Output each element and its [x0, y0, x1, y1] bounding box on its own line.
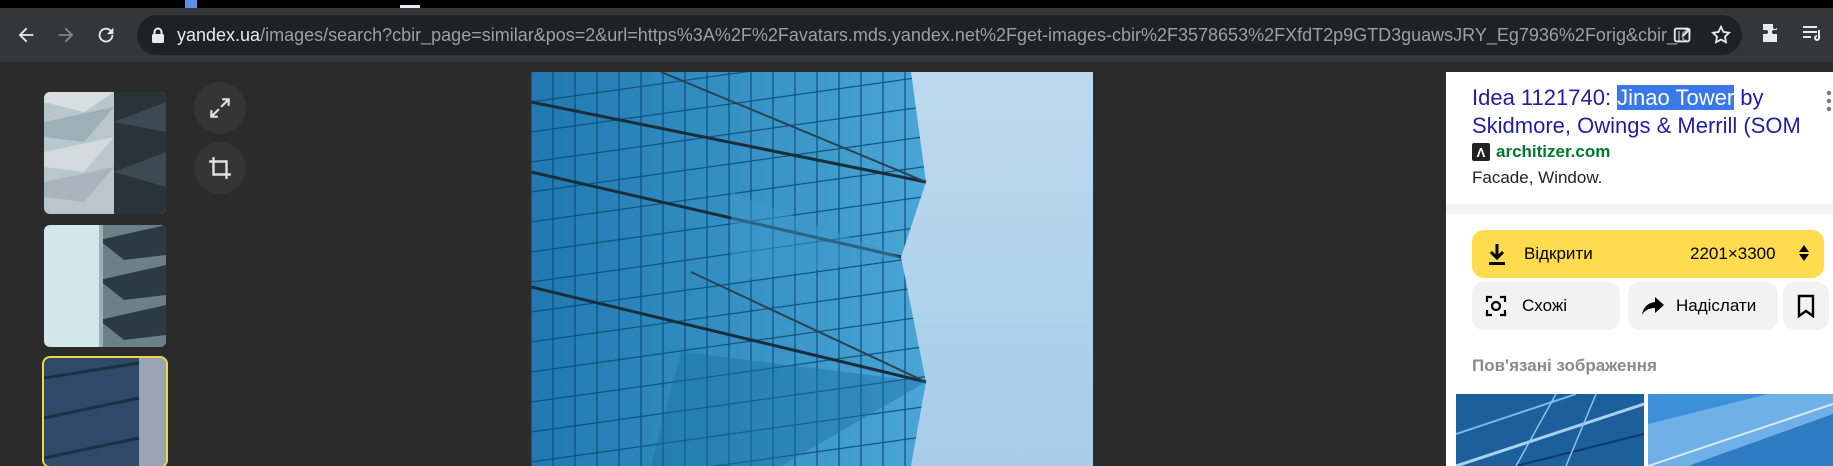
open-button[interactable]: Відкрити 2201×3300 [1472, 230, 1824, 278]
more-options-icon[interactable] [1825, 90, 1833, 112]
similar-button[interactable]: Схожі [1472, 282, 1620, 330]
thumbnail-3-selected[interactable] [42, 356, 168, 466]
title-highlight: Jinao Tower [1617, 85, 1735, 110]
similar-label: Схожі [1522, 296, 1567, 315]
bookmark-icon [1797, 294, 1815, 318]
arrow-left-icon [18, 27, 34, 43]
result-title-link[interactable]: Idea 1121740: Jinao Tower by Skidmore, O… [1472, 84, 1822, 140]
share-page-icon[interactable] [1672, 24, 1694, 46]
divider [1446, 204, 1833, 214]
image-viewer [12, 72, 1446, 466]
crop-icon [209, 157, 231, 179]
browser-toolbar: yandex.ua/images/search?cbir_page=simila… [0, 8, 1833, 62]
star-icon[interactable] [1710, 24, 1732, 46]
extensions-icon[interactable] [1760, 21, 1784, 45]
title-prefix: Idea 1121740: [1472, 85, 1618, 110]
related-image-2[interactable] [1648, 394, 1833, 466]
thumbnail-image [44, 225, 166, 347]
sort-arrows-icon [1799, 245, 1809, 261]
url-host: yandex.ua [177, 25, 261, 45]
back-button[interactable] [12, 21, 40, 49]
share-button[interactable]: Надіслати [1628, 282, 1778, 330]
share-label: Надіслати [1676, 296, 1757, 315]
source-domain: architizer.com [1496, 142, 1611, 161]
thumbnail-1[interactable] [44, 92, 166, 214]
share-arrow-icon [1642, 297, 1664, 315]
tab-indicator [185, 0, 197, 8]
arrow-right-icon [58, 27, 74, 43]
related-images-heading: Пов'язані зображення [1472, 356, 1657, 375]
thumbnail-image [44, 92, 166, 214]
thumbnail-2[interactable] [44, 225, 166, 347]
reload-button[interactable] [92, 21, 120, 49]
forward-button[interactable] [52, 21, 80, 49]
address-bar[interactable]: yandex.ua/images/search?cbir_page=simila… [137, 15, 1742, 55]
source-link[interactable]: Λ architizer.com [1472, 142, 1610, 162]
reload-icon [98, 27, 114, 43]
size-selector[interactable]: 2201×3300 [1690, 244, 1776, 264]
expand-icon [210, 98, 230, 118]
info-panel: Idea 1121740: Jinao Tower by Skidmore, O… [1446, 72, 1833, 466]
tab-strip [0, 0, 1833, 8]
crop-button[interactable] [194, 142, 246, 194]
open-label: Відкрити [1524, 244, 1593, 263]
main-image [531, 72, 1093, 466]
architizer-logo-icon: Λ [1472, 143, 1490, 161]
download-icon [1489, 244, 1505, 265]
image-description: Facade, Window. [1472, 168, 1603, 187]
url-text: yandex.ua/images/search?cbir_page=simila… [177, 25, 1687, 46]
lens-icon [1485, 295, 1507, 317]
thumbnail-image [44, 358, 166, 466]
url-path: /images/search?cbir_page=similar&pos=2&u… [260, 25, 1687, 45]
reading-list-icon[interactable] [1800, 21, 1824, 45]
related-image-1[interactable] [1456, 394, 1644, 466]
fullscreen-button[interactable] [194, 82, 246, 134]
bookmark-button[interactable] [1783, 282, 1829, 330]
lock-icon [152, 27, 164, 43]
